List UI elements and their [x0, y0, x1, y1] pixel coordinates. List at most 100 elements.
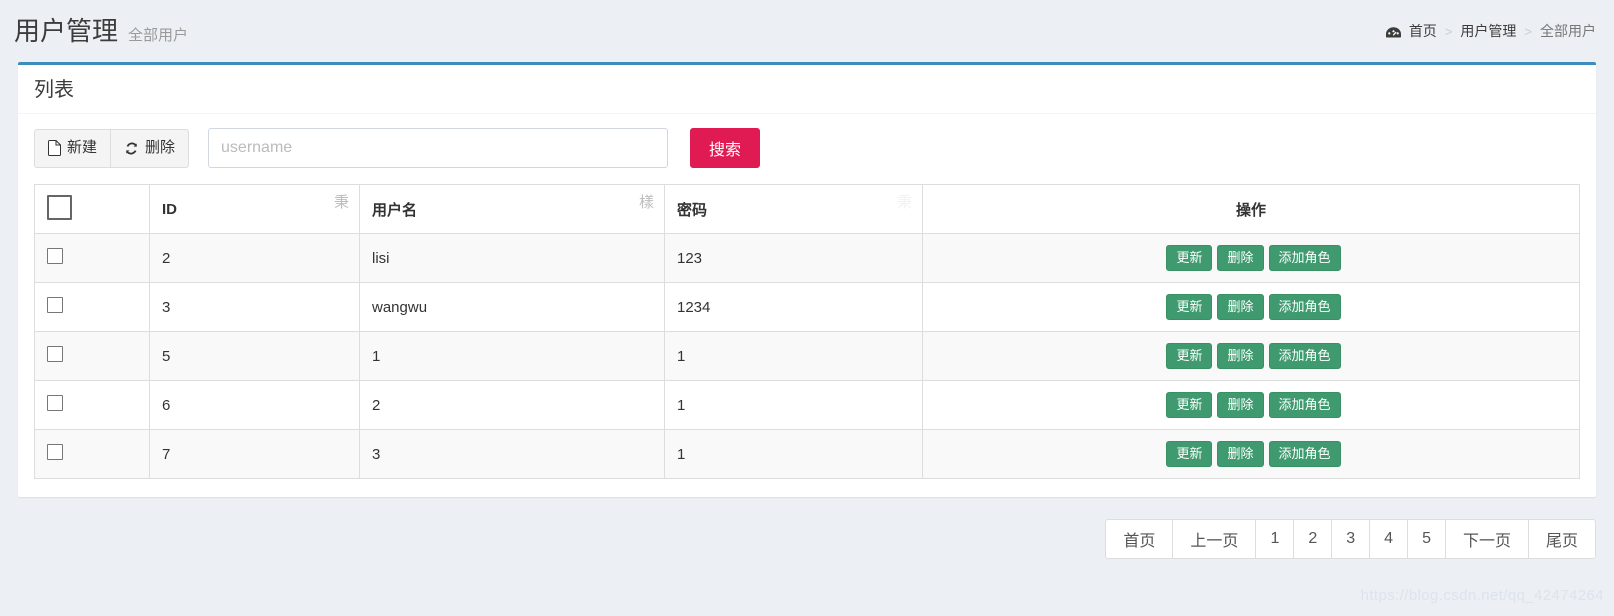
- table-header-password-label: 密码: [677, 201, 708, 219]
- table-header-select-all[interactable]: [34, 184, 150, 234]
- row-cell-operations: 更新 删除 添加角色: [922, 331, 1580, 381]
- panel-body: 新建 删除 搜索: [18, 114, 1596, 497]
- delete-row-button[interactable]: 删除: [1217, 244, 1264, 272]
- breadcrumb-separator: >: [1524, 23, 1532, 39]
- table-header-username[interactable]: 用户名 樣: [359, 184, 665, 234]
- row-checkbox[interactable]: [47, 444, 63, 460]
- row-select-cell[interactable]: [34, 282, 150, 332]
- breadcrumb-separator: >: [1444, 23, 1453, 39]
- list-panel: 列表 新建 删除 username 搜索 ID 秉 用户名 樣 密码 秉 操作 …: [18, 62, 1596, 497]
- search-button[interactable]: 搜索: [690, 128, 761, 168]
- sort-icon[interactable]: 樣: [639, 191, 654, 212]
- table-row: 6 2 1 更新 删除 添加角色: [34, 380, 1580, 430]
- pagination-last[interactable]: 尾页: [1528, 519, 1596, 559]
- sort-icon[interactable]: 秉: [334, 191, 349, 212]
- sort-icon[interactable]: 秉: [897, 191, 912, 212]
- delete-row-button[interactable]: 删除: [1217, 440, 1264, 468]
- refresh-icon: [124, 141, 139, 156]
- file-icon: [48, 140, 61, 156]
- update-button[interactable]: 更新: [1166, 244, 1213, 272]
- row-cell-operations: 更新 删除 添加角色: [922, 233, 1580, 283]
- row-cell-id: 7: [149, 429, 360, 479]
- breadcrumb-item-home[interactable]: 首页: [1409, 21, 1437, 41]
- row-cell-username: wangwu: [359, 282, 665, 332]
- update-button[interactable]: 更新: [1166, 391, 1213, 419]
- new-button[interactable]: 新建: [34, 128, 112, 168]
- row-select-cell[interactable]: [34, 331, 150, 381]
- row-cell-password: 1: [664, 331, 923, 381]
- table-header-operations: 操作: [922, 184, 1580, 234]
- row-checkbox[interactable]: [47, 346, 63, 362]
- row-cell-id: 6: [149, 380, 360, 430]
- breadcrumb-item-all-users: 全部用户: [1540, 23, 1596, 39]
- row-cell-username: 3: [359, 429, 665, 479]
- delete-button[interactable]: 删除: [111, 128, 190, 168]
- table-header-username-label: 用户名: [372, 201, 418, 219]
- row-cell-password: 123: [664, 233, 923, 283]
- table-row: 5 1 1 更新 删除 添加角色: [34, 331, 1580, 381]
- row-select-cell[interactable]: [34, 429, 150, 479]
- delete-row-button[interactable]: 删除: [1217, 293, 1264, 321]
- pagination-page-5[interactable]: 5: [1408, 519, 1446, 559]
- row-cell-username: 1: [359, 331, 665, 381]
- pagination-page-1[interactable]: 1: [1256, 519, 1295, 559]
- content-header: 用户管理 全部用户 首页 > 用户管理 > 全部用户: [0, 0, 1614, 62]
- row-cell-password: 1: [664, 429, 923, 479]
- select-all-checkbox[interactable]: [47, 194, 72, 220]
- table-header-row: ID 秉 用户名 樣 密码 秉 操作: [34, 184, 1580, 234]
- delete-row-button[interactable]: 删除: [1217, 342, 1264, 370]
- pagination-page-3[interactable]: 3: [1332, 519, 1371, 559]
- table-row: 2 lisi 123 更新 删除 添加角色: [34, 233, 1580, 283]
- row-cell-username: lisi: [359, 233, 665, 283]
- pagination-page-2[interactable]: 2: [1294, 519, 1333, 559]
- row-checkbox[interactable]: [47, 395, 63, 411]
- toolbar-button-group: 新建 删除: [34, 128, 190, 168]
- row-select-cell[interactable]: [34, 380, 150, 430]
- page-title-group: 用户管理 全部用户: [14, 18, 188, 45]
- table-row: 7 3 1 更新 删除 添加角色: [34, 429, 1580, 479]
- table-header-password[interactable]: 密码 秉: [664, 184, 923, 234]
- update-button[interactable]: 更新: [1166, 342, 1213, 370]
- table-header-id-label: ID: [162, 200, 177, 218]
- pagination-first[interactable]: 首页: [1105, 519, 1174, 559]
- pagination-page-4[interactable]: 4: [1370, 519, 1409, 559]
- pagination-prev[interactable]: 上一页: [1173, 519, 1257, 559]
- toolbar: 新建 删除 搜索: [34, 128, 1580, 168]
- row-cell-password: 1: [664, 380, 923, 430]
- delete-button-label: 删除: [145, 139, 176, 157]
- breadcrumb-item-user-management[interactable]: 用户管理: [1460, 21, 1516, 41]
- table-row: 3 wangwu 1234 更新 删除 添加角色: [34, 282, 1580, 332]
- add-role-button[interactable]: 添加角色: [1268, 440, 1341, 468]
- table-header-id[interactable]: ID 秉: [149, 184, 360, 234]
- row-select-cell[interactable]: [34, 233, 150, 283]
- add-role-button[interactable]: 添加角色: [1268, 342, 1341, 370]
- panel-title: 列表: [34, 79, 74, 101]
- row-cell-password: 1234: [664, 282, 923, 332]
- new-button-label: 新建: [67, 139, 98, 157]
- table-head: ID 秉 用户名 樣 密码 秉 操作: [34, 184, 1580, 234]
- breadcrumb: 首页 > 用户管理 > 全部用户: [1385, 21, 1596, 41]
- update-button[interactable]: 更新: [1166, 440, 1213, 468]
- delete-row-button[interactable]: 删除: [1217, 391, 1264, 419]
- page-title: 用户管理: [14, 15, 119, 46]
- watermark: https://blog.csdn.net/qq_42474264: [1360, 587, 1604, 604]
- table-body: 2 lisi 123 更新 删除 添加角色 3 wangwu 1234 更新 删除 添加角色 5 1 1 更新…: [34, 233, 1580, 479]
- add-role-button[interactable]: 添加角色: [1268, 244, 1341, 272]
- row-cell-id: 3: [149, 282, 360, 332]
- row-cell-username: 2: [359, 380, 665, 430]
- add-role-button[interactable]: 添加角色: [1268, 293, 1341, 321]
- dashboard-icon: [1385, 26, 1402, 41]
- row-cell-operations: 更新 删除 添加角色: [922, 380, 1580, 430]
- add-role-button[interactable]: 添加角色: [1268, 391, 1341, 419]
- pagination-wrap: 首页 上一页 1 2 3 4 5 下一页 尾页: [18, 519, 1596, 559]
- panel-header: 列表: [18, 65, 1596, 114]
- pagination-next[interactable]: 下一页: [1445, 519, 1529, 559]
- search-input[interactable]: [208, 128, 669, 168]
- row-cell-id: 5: [149, 331, 360, 381]
- update-button[interactable]: 更新: [1166, 293, 1213, 321]
- row-checkbox[interactable]: [47, 248, 63, 264]
- row-checkbox[interactable]: [47, 297, 63, 313]
- row-cell-operations: 更新 删除 添加角色: [922, 429, 1580, 479]
- user-table: ID 秉 用户名 樣 密码 秉 操作 2 lisi 123 更新 删除 添加角色 3 wang…: [34, 184, 1580, 479]
- pagination: 首页 上一页 1 2 3 4 5 下一页 尾页: [1105, 519, 1596, 559]
